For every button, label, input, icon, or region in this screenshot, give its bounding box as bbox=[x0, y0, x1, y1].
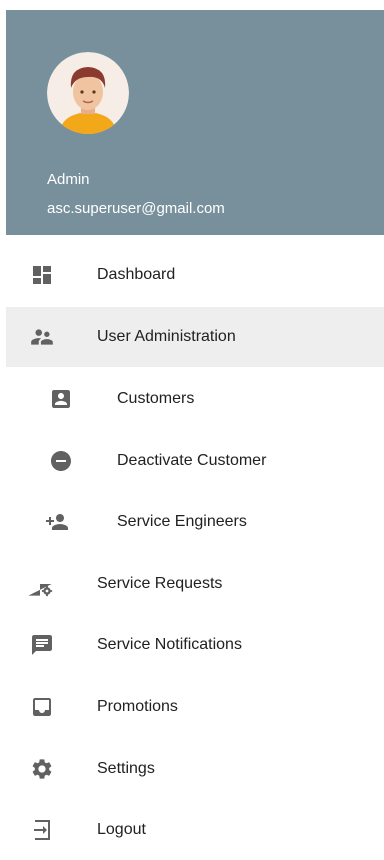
user-email: asc.superuser@gmail.com bbox=[47, 200, 225, 217]
menu-item-customers[interactable]: Customers bbox=[6, 369, 384, 429]
remove-circle-icon bbox=[47, 447, 75, 475]
menu-item-user-administration[interactable]: User Administration bbox=[6, 307, 384, 367]
menu-item-label: Customers bbox=[117, 390, 195, 407]
user-name: Admin bbox=[47, 171, 90, 188]
menu-item-label: Logout bbox=[97, 821, 146, 838]
menu-item-label: Promotions bbox=[97, 698, 178, 715]
supervisor-account-icon bbox=[28, 323, 56, 351]
inbox-icon bbox=[28, 693, 56, 721]
menu-item-label: Service Notifications bbox=[97, 636, 242, 653]
menu-item-promotions[interactable]: Promotions bbox=[6, 677, 384, 737]
menu-item-dashboard[interactable]: Dashboard bbox=[6, 245, 384, 305]
navigation-drawer-header: Admin asc.superuser@gmail.com bbox=[6, 10, 384, 235]
menu-item-label: Service Requests bbox=[97, 575, 223, 592]
menu-item-logout[interactable]: Logout bbox=[6, 800, 384, 860]
menu-item-deactivate-customer[interactable]: Deactivate Customer bbox=[6, 431, 384, 491]
menu-item-service-notifications[interactable]: Service Notifications bbox=[6, 615, 384, 675]
menu-item-settings[interactable]: Settings bbox=[6, 739, 384, 799]
avatar-icon bbox=[47, 52, 129, 134]
menu-item-label: Deactivate Customer bbox=[117, 452, 267, 469]
message-icon bbox=[28, 631, 56, 659]
person-add-icon bbox=[44, 508, 72, 536]
menu-item-label: Settings bbox=[97, 760, 155, 777]
menu-item-service-requests[interactable]: Service Requests bbox=[6, 554, 384, 614]
menu-item-label: Dashboard bbox=[97, 266, 176, 283]
gear-icon bbox=[28, 755, 56, 783]
network-settings-icon bbox=[26, 570, 54, 598]
menu-item-label: Service Engineers bbox=[117, 513, 247, 530]
account-box-icon bbox=[47, 385, 75, 413]
menu-item-label: User Administration bbox=[97, 328, 236, 345]
avatar[interactable] bbox=[47, 52, 129, 134]
dashboard-icon bbox=[28, 261, 56, 289]
menu-item-service-engineers[interactable]: Service Engineers bbox=[6, 492, 384, 552]
